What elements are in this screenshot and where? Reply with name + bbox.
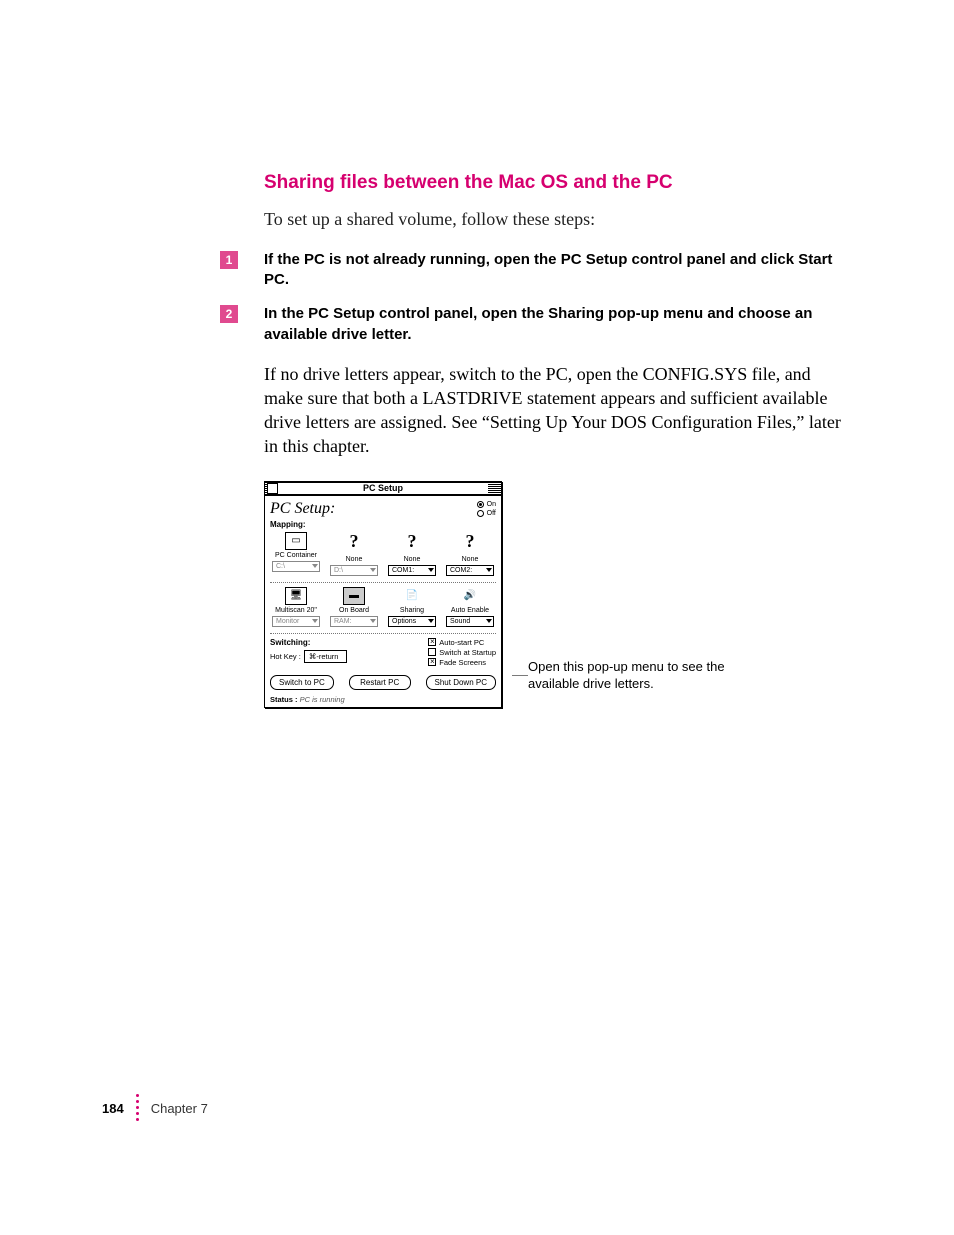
section-heading: Sharing files between the Mac OS and the…	[264, 172, 844, 194]
shut-down-pc-button[interactable]: Shut Down PC	[426, 675, 496, 690]
question-icon: ?	[347, 532, 361, 554]
divider-dots	[136, 1094, 139, 1123]
question-icon: ?	[463, 532, 477, 554]
hotkey-field[interactable]: ⌘-return	[304, 650, 348, 663]
window-title: PC Setup	[278, 483, 488, 493]
monitor-popup[interactable]: Monitor	[272, 616, 320, 627]
chevron-down-icon	[486, 619, 492, 623]
ram-cell: ▬ On Board RAM:	[328, 587, 380, 627]
pc-setup-window: PC Setup PC Setup: On Off Mapping:	[264, 481, 502, 708]
check-label: Switch at Startup	[439, 648, 496, 657]
chevron-down-icon	[312, 619, 318, 623]
monitor-cell: 🖥 Multiscan 20" Monitor	[270, 587, 322, 627]
restart-pc-button[interactable]: Restart PC	[349, 675, 411, 690]
explanatory-paragraph: If no drive letters appear, switch to th…	[264, 363, 844, 459]
window-header-title: PC Setup:	[270, 500, 335, 518]
sharing-popup[interactable]: Options	[388, 616, 436, 627]
mapping-row-1: ▭ PC Container C:\ ? None D:\ ? None	[270, 532, 496, 576]
button-row: Switch to PC Restart PC Shut Down PC	[270, 675, 496, 690]
chevron-down-icon	[428, 568, 434, 572]
window-titlebar: PC Setup	[265, 482, 501, 496]
checkbox-fade[interactable]: ×	[428, 658, 436, 666]
window-header-row: PC Setup: On Off	[270, 500, 496, 518]
cell-label: Auto Enable	[451, 607, 489, 614]
checkbox-autostart[interactable]: ×	[428, 638, 436, 646]
callout-wrap: Open this pop-up menu to see the availab…	[512, 659, 738, 693]
step-2-text: In the PC Setup control panel, open the …	[264, 304, 844, 345]
pc-container-cell: ▭ PC Container C:\	[270, 532, 322, 576]
cell-label: None	[346, 556, 363, 563]
check-label: Fade Screens	[439, 658, 486, 667]
step-1: 1 If the PC is not already running, open…	[264, 250, 844, 291]
drive-c-popup[interactable]: C:\	[272, 561, 320, 572]
separator	[270, 582, 496, 583]
page-footer: 184 Chapter 7	[102, 1094, 208, 1123]
cell-label: None	[462, 556, 479, 563]
sound-popup[interactable]: Sound	[446, 616, 494, 627]
chevron-down-icon	[370, 619, 376, 623]
chevron-down-icon	[370, 568, 376, 572]
drive-d-popup[interactable]: D:\	[330, 565, 378, 576]
ram-popup[interactable]: RAM:	[330, 616, 378, 627]
mapping-label: Mapping:	[270, 520, 496, 529]
status-value: PC is running	[300, 695, 345, 704]
cell-label: Sharing	[400, 607, 424, 614]
sound-cell: 🔊 Auto Enable Sound	[444, 587, 496, 627]
step-2: 2 In the PC Setup control panel, open th…	[264, 304, 844, 345]
on-off-radio-group: On Off	[477, 500, 496, 518]
pc-icon: ▭	[285, 532, 307, 550]
callout-text: Open this pop-up menu to see the availab…	[528, 659, 738, 693]
cell-label: PC Container	[275, 552, 317, 559]
switching-row: Switching: Hot Key : ⌘-return ×Auto-star…	[270, 638, 496, 667]
mapping-cell: ? None D:\	[328, 532, 380, 576]
step-1-text: If the PC is not already running, open t…	[264, 250, 844, 291]
ram-icon: ▬	[343, 587, 365, 605]
monitor-icon: 🖥	[285, 587, 307, 605]
separator	[270, 633, 496, 634]
mapping-cell: ? None COM1:	[386, 532, 438, 576]
page-number: 184	[102, 1101, 124, 1116]
checkbox-switch-startup[interactable]	[428, 648, 436, 656]
switch-to-pc-button[interactable]: Switch to PC	[270, 675, 334, 690]
check-label: Auto-start PC	[439, 638, 484, 647]
intro-paragraph: To set up a shared volume, follow these …	[264, 208, 844, 232]
chapter-label: Chapter 7	[151, 1101, 208, 1116]
step-number-badge: 1	[220, 251, 238, 269]
cell-label: On Board	[339, 607, 369, 614]
switching-label: Switching:	[270, 638, 347, 647]
close-box[interactable]	[267, 483, 278, 494]
hotkey-row: Hot Key : ⌘-return	[270, 650, 347, 663]
chevron-down-icon	[428, 619, 434, 623]
step-number-badge: 2	[220, 305, 238, 323]
status-line: Status : PC is running	[270, 693, 496, 704]
radio-off[interactable]	[477, 510, 484, 517]
sharing-icon: 📄	[401, 587, 423, 605]
mapping-row-2: 🖥 Multiscan 20" Monitor ▬ On Board RAM: …	[270, 587, 496, 627]
hotkey-label: Hot Key :	[270, 652, 301, 661]
radio-off-label: Off	[487, 509, 496, 518]
cell-label: None	[404, 556, 421, 563]
switching-left: Switching: Hot Key : ⌘-return	[270, 638, 347, 663]
question-icon: ?	[405, 532, 419, 554]
callout-leader-line	[512, 675, 528, 676]
switching-checks: ×Auto-start PC Switch at Startup ×Fade S…	[428, 638, 496, 667]
com1-popup[interactable]: COM1:	[388, 565, 436, 576]
com2-popup[interactable]: COM2:	[446, 565, 494, 576]
figure-row: PC Setup PC Setup: On Off Mapping:	[264, 481, 844, 708]
chevron-down-icon	[312, 564, 318, 568]
mapping-cell: ? None COM2:	[444, 532, 496, 576]
cell-label: Multiscan 20"	[275, 607, 317, 614]
radio-on-label: On	[487, 500, 496, 509]
window-body: PC Setup: On Off Mapping: ▭ PC Container…	[265, 496, 501, 707]
page: Sharing files between the Mac OS and the…	[0, 0, 954, 1235]
status-label: Status :	[270, 695, 298, 704]
speaker-icon: 🔊	[459, 587, 481, 605]
content-column: Sharing files between the Mac OS and the…	[264, 172, 844, 708]
radio-on[interactable]	[477, 501, 484, 508]
chevron-down-icon	[486, 568, 492, 572]
sharing-cell: 📄 Sharing Options	[386, 587, 438, 627]
